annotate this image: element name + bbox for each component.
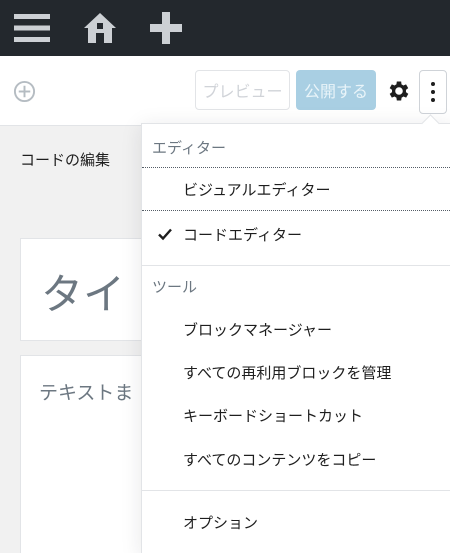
- plus-icon[interactable]: [148, 10, 184, 46]
- more-vertical-icon-dot: [431, 82, 435, 86]
- menu-item-copy-all-content[interactable]: すべてのコンテンツをコピー: [142, 438, 450, 480]
- more-vertical-icon-dot: [431, 90, 435, 94]
- menu-item-label: すべての再利用ブロックを管理: [183, 363, 392, 382]
- menu-item-label: ブロックマネージャー: [183, 320, 332, 339]
- check-icon: [158, 228, 172, 241]
- title-placeholder: タイ: [41, 270, 126, 319]
- editor-header: プレビュー 公開する: [0, 56, 450, 126]
- menu-item-label: すべてのコンテンツをコピー: [183, 450, 377, 469]
- menu-item-label: コードエディター: [183, 225, 302, 244]
- add-block-icon[interactable]: [13, 80, 36, 103]
- preview-button[interactable]: プレビュー: [195, 70, 290, 110]
- menu-item-visual-editor[interactable]: ビジュアルエディター: [142, 167, 450, 211]
- editor-group-label: エディター: [152, 139, 226, 157]
- menu-item-label: ビジュアルエディター: [183, 180, 331, 199]
- menu-item-code-editor[interactable]: コードエディター: [142, 213, 450, 255]
- gear-icon[interactable]: [386, 78, 412, 104]
- more-menu-button[interactable]: [419, 70, 447, 114]
- more-vertical-icon-dot: [431, 98, 435, 102]
- admin-bar: [0, 0, 450, 56]
- content-placeholder: テキストま: [39, 382, 134, 404]
- publish-button[interactable]: 公開する: [296, 70, 376, 110]
- code-editor-mode-label: コードの編集: [20, 151, 111, 169]
- tools-group-label: ツール: [152, 278, 198, 296]
- menu-divider: [142, 265, 450, 266]
- menu-item-block-manager[interactable]: ブロックマネージャー: [142, 308, 450, 350]
- menu-item-manage-reusable-blocks[interactable]: すべての再利用ブロックを管理: [142, 351, 450, 393]
- menu-icon[interactable]: [14, 10, 50, 46]
- menu-item-options[interactable]: オプション: [142, 501, 450, 543]
- menu-item-label: キーボードショートカット: [183, 406, 364, 425]
- menu-item-keyboard-shortcuts[interactable]: キーボードショートカット: [142, 394, 450, 436]
- home-icon[interactable]: [82, 10, 118, 46]
- menu-item-label: オプション: [183, 513, 259, 532]
- menu-divider: [142, 490, 450, 491]
- more-menu-dropdown: エディター ビジュアルエディター コードエディター ツール ブロックマネージャー…: [141, 123, 450, 553]
